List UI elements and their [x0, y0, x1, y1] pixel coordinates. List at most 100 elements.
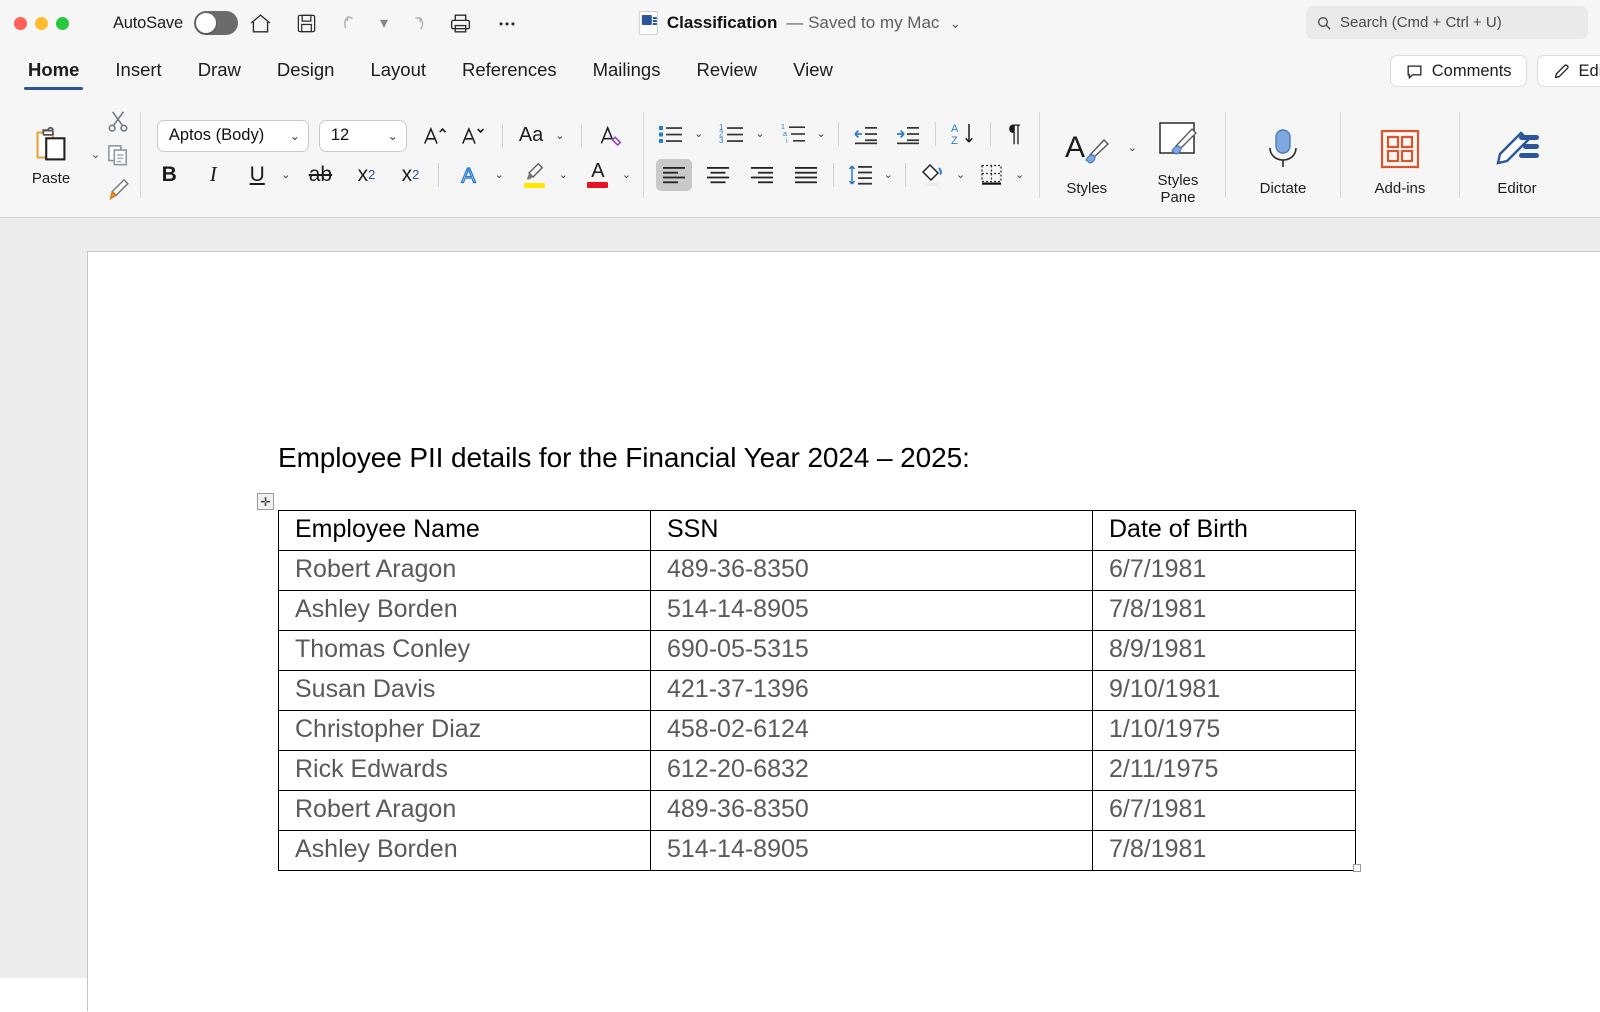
cell-employee-name[interactable]: Robert Aragon — [278, 550, 651, 591]
table-move-handle[interactable]: ✛ — [257, 493, 274, 510]
close-window-button[interactable] — [14, 16, 27, 30]
underline-caret[interactable]: ⌄ — [278, 168, 293, 181]
sort-button[interactable]: A Z — [945, 119, 981, 149]
align-right-button[interactable] — [744, 159, 780, 191]
multilevel-list-button[interactable]: 1 a i — [776, 119, 812, 149]
cell-employee-name[interactable]: Ashley Borden — [278, 830, 651, 871]
editor-button[interactable]: Editor — [1469, 92, 1565, 217]
line-spacing-button[interactable] — [843, 160, 879, 190]
more-icon[interactable] — [484, 3, 530, 43]
save-icon[interactable] — [284, 3, 330, 43]
styles-pane-button[interactable]: Styles Pane — [1140, 92, 1216, 217]
align-left-button[interactable] — [655, 158, 692, 191]
tab-review[interactable]: Review — [678, 59, 775, 92]
bold-button[interactable]: B — [154, 160, 184, 190]
tab-home[interactable]: Home — [10, 59, 97, 92]
tab-view[interactable]: View — [775, 59, 851, 92]
search-input[interactable]: Search (Cmd + Ctrl + U) — [1306, 6, 1588, 39]
numbering-caret[interactable]: ⌄ — [752, 127, 767, 140]
cell-ssn[interactable]: 489-36-8350 — [650, 790, 1093, 831]
decrease-indent-button[interactable] — [848, 119, 884, 149]
cell-date-of-birth[interactable]: 6/7/1981 — [1092, 790, 1356, 831]
cell-employee-name[interactable]: Thomas Conley — [278, 630, 651, 671]
strikethrough-button[interactable]: ab — [305, 160, 335, 190]
numbering-button[interactable]: 1 2 3 — [714, 119, 750, 149]
highlight-caret[interactable]: ⌄ — [556, 168, 571, 181]
cell-date-of-birth[interactable]: 7/8/1981 — [1092, 590, 1356, 631]
document-canvas[interactable]: Employee PII details for the Financial Y… — [0, 218, 1600, 1012]
text-effects-button[interactable]: A — [452, 160, 485, 190]
table-row[interactable]: Ashley Borden 514-14-8905 7/8/1981 — [278, 830, 1356, 871]
grow-font-button[interactable] — [419, 121, 451, 151]
table-row[interactable]: Robert Aragon 489-36-8350 6/7/1981 — [278, 790, 1356, 831]
subscript-button[interactable]: x2 — [351, 160, 381, 190]
document-page[interactable]: Employee PII details for the Financial Y… — [88, 252, 1600, 1012]
tab-design[interactable]: Design — [259, 59, 353, 92]
tab-insert[interactable]: Insert — [97, 59, 179, 92]
cell-employee-name[interactable]: Ashley Borden — [278, 590, 651, 631]
font-size-select[interactable]: 12 ⌄ — [318, 119, 407, 152]
editing-mode-button[interactable]: Editing — [1536, 55, 1600, 87]
cell-date-of-birth[interactable]: 7/8/1981 — [1092, 830, 1356, 871]
borders-caret[interactable]: ⌄ — [1012, 168, 1027, 181]
cell-ssn[interactable]: 514-14-8905 — [650, 830, 1093, 871]
cell-employee-name[interactable]: Christopher Diaz — [278, 710, 651, 751]
copy-button[interactable] — [105, 139, 131, 171]
table-row[interactable]: Thomas Conley 690-05-5315 8/9/1981 — [278, 630, 1356, 671]
increase-indent-button[interactable] — [890, 119, 926, 149]
dictate-button[interactable]: Dictate — [1235, 92, 1331, 217]
pii-table[interactable]: Employee Name SSN Date of Birth Robert A… — [278, 510, 1356, 871]
redo-icon[interactable] — [392, 3, 438, 43]
minimize-window-button[interactable] — [35, 16, 48, 30]
comments-button[interactable]: Comments — [1389, 55, 1527, 87]
tab-layout[interactable]: Layout — [352, 59, 444, 92]
autosave-toggle[interactable] — [193, 11, 238, 35]
text-effects-caret[interactable]: ⌄ — [491, 168, 506, 181]
undo-dropdown-caret[interactable]: ▾ — [376, 3, 392, 43]
italic-button[interactable]: I — [198, 160, 228, 190]
bullets-button[interactable] — [653, 119, 689, 149]
underline-button[interactable]: U — [242, 160, 272, 190]
align-center-button[interactable] — [700, 159, 736, 191]
line-spacing-caret[interactable]: ⌄ — [881, 168, 896, 181]
styles-button[interactable]: A Styles — [1049, 92, 1125, 217]
change-case-button[interactable]: Aa — [516, 121, 546, 151]
cell-date-of-birth[interactable]: 9/10/1981 — [1092, 670, 1356, 711]
maximize-window-button[interactable] — [56, 16, 69, 30]
window-controls[interactable] — [14, 16, 69, 30]
cell-ssn[interactable]: 612-20-6832 — [650, 750, 1093, 791]
superscript-button[interactable]: x2 — [395, 160, 425, 190]
cell-date-of-birth[interactable]: 1/10/1975 — [1092, 710, 1356, 751]
font-color-button[interactable]: A — [583, 160, 613, 190]
tab-references[interactable]: References — [444, 59, 575, 92]
table-row[interactable]: Christopher Diaz 458-02-6124 1/10/1975 — [278, 710, 1356, 751]
cell-employee-name[interactable]: Robert Aragon — [278, 790, 651, 831]
cell-employee-name[interactable]: Rick Edwards — [278, 750, 651, 791]
shrink-font-button[interactable] — [457, 121, 489, 151]
cell-date-of-birth[interactable]: 2/11/1975 — [1092, 750, 1356, 791]
paste-dropdown-caret[interactable]: ⌄ — [88, 148, 103, 161]
cell-ssn[interactable]: 690-05-5315 — [650, 630, 1093, 671]
cell-date-of-birth[interactable]: 6/7/1981 — [1092, 550, 1356, 591]
format-painter-button[interactable] — [105, 173, 131, 205]
show-formatting-marks-button[interactable]: ¶ — [1000, 119, 1030, 149]
cell-ssn[interactable]: 489-36-8350 — [650, 550, 1093, 591]
chevron-down-icon[interactable]: ⌄ — [949, 15, 961, 32]
table-row[interactable]: Ashley Borden 514-14-8905 7/8/1981 — [278, 590, 1356, 631]
borders-button[interactable] — [974, 160, 1010, 190]
font-family-select[interactable]: Aptos (Body) ⌄ — [156, 119, 309, 152]
cut-button[interactable] — [105, 105, 131, 137]
shading-button[interactable] — [915, 160, 951, 190]
bullets-caret[interactable]: ⌄ — [691, 127, 706, 140]
home-icon[interactable] — [238, 3, 284, 43]
cell-ssn[interactable]: 421-37-1396 — [650, 670, 1093, 711]
cell-date-of-birth[interactable]: 8/9/1981 — [1092, 630, 1356, 671]
change-case-caret[interactable]: ⌄ — [552, 129, 567, 142]
undo-icon[interactable] — [330, 3, 376, 43]
cell-employee-name[interactable]: Susan Davis — [278, 670, 651, 711]
tab-mailings[interactable]: Mailings — [575, 59, 679, 92]
clear-formatting-button[interactable] — [595, 121, 628, 151]
print-icon[interactable] — [438, 3, 484, 43]
document-title[interactable]: Classification — Saved to my Mac ⌄ — [638, 11, 961, 35]
highlight-button[interactable] — [519, 160, 550, 190]
